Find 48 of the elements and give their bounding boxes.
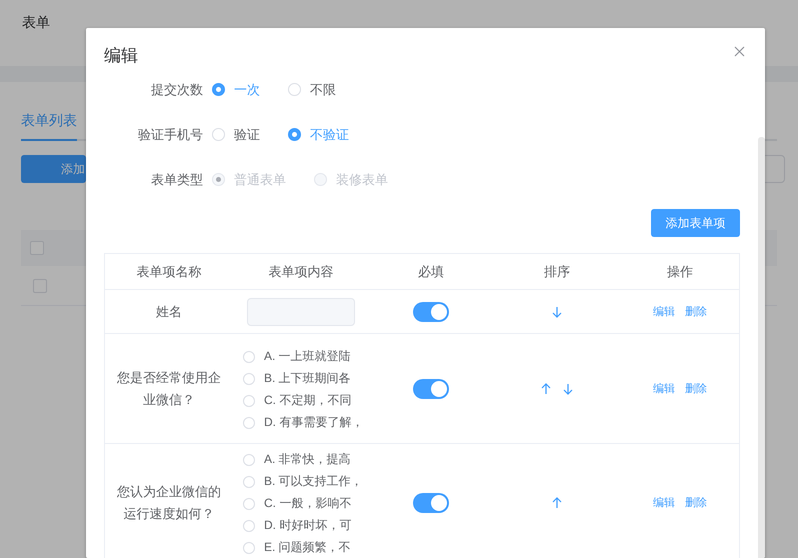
action-link[interactable]: 删除 (685, 495, 707, 510)
tab[interactable]: 表单列表 (21, 108, 77, 141)
option-label: D. 有事需要了解， (264, 414, 364, 431)
option-label: B. 可以支持工作， (264, 473, 363, 490)
radio-label[interactable]: 不限 (310, 80, 336, 98)
option-label: B. 上下班期间各 (264, 370, 351, 387)
arrow-up-icon[interactable] (541, 382, 551, 394)
page-title: 表单 (22, 14, 50, 32)
column-header: 必填 (369, 254, 493, 290)
required-switch[interactable] (413, 378, 449, 398)
column-header: 排序 (493, 254, 621, 290)
radio-label[interactable]: 验证 (234, 126, 260, 144)
checkbox[interactable] (33, 278, 47, 292)
arrow-up-icon[interactable] (552, 496, 562, 508)
add-item-button[interactable]: 添加表单项 (651, 209, 740, 237)
action-link[interactable]: 删除 (685, 304, 707, 319)
field-label: 提交次数 (150, 80, 203, 98)
action-link[interactable]: 删除 (685, 381, 707, 396)
option-label: C. 一般，影响不 (264, 495, 352, 512)
field-label: 表单类型 (150, 170, 203, 188)
required-switch[interactable] (413, 492, 449, 512)
option-label: E. 问题频繁，不 (264, 539, 351, 556)
column-header: 表单项内容 (233, 254, 369, 290)
radio-label[interactable]: 不验证 (310, 126, 349, 144)
radio-button[interactable] (288, 128, 301, 141)
option-label: A. 非常快，提高 (264, 451, 351, 468)
item-name: 您是否经常使用企业微信？ (116, 368, 222, 408)
item-name: 您认为企业微信的运行速度如何？ (116, 482, 222, 522)
action-link[interactable]: 编辑 (653, 495, 675, 510)
field-label: 验证手机号 (137, 126, 203, 144)
item-name: 姓名 (156, 302, 182, 320)
arrow-down-icon[interactable] (552, 306, 562, 318)
column-header: 操作 (621, 254, 739, 290)
radio-button[interactable] (212, 83, 225, 96)
column-header: 表单项名称 (105, 254, 233, 290)
checkbox[interactable] (30, 241, 44, 255)
add-button[interactable]: 添加 (21, 155, 86, 183)
radio-label[interactable]: 一次 (234, 80, 260, 98)
option-label: C. 不定期，不同 (264, 392, 352, 409)
close-icon[interactable] (734, 46, 745, 57)
dialog-title: 编辑 (104, 45, 138, 67)
action-link[interactable]: 编辑 (653, 381, 675, 396)
input-field[interactable] (247, 298, 355, 326)
option-label: A. 一上班就登陆 (264, 348, 351, 365)
arrow-down-icon[interactable] (563, 382, 573, 394)
option-label: D. 时好时坏，可 (264, 517, 352, 534)
action-link[interactable]: 编辑 (653, 304, 675, 319)
required-switch[interactable] (413, 302, 449, 322)
